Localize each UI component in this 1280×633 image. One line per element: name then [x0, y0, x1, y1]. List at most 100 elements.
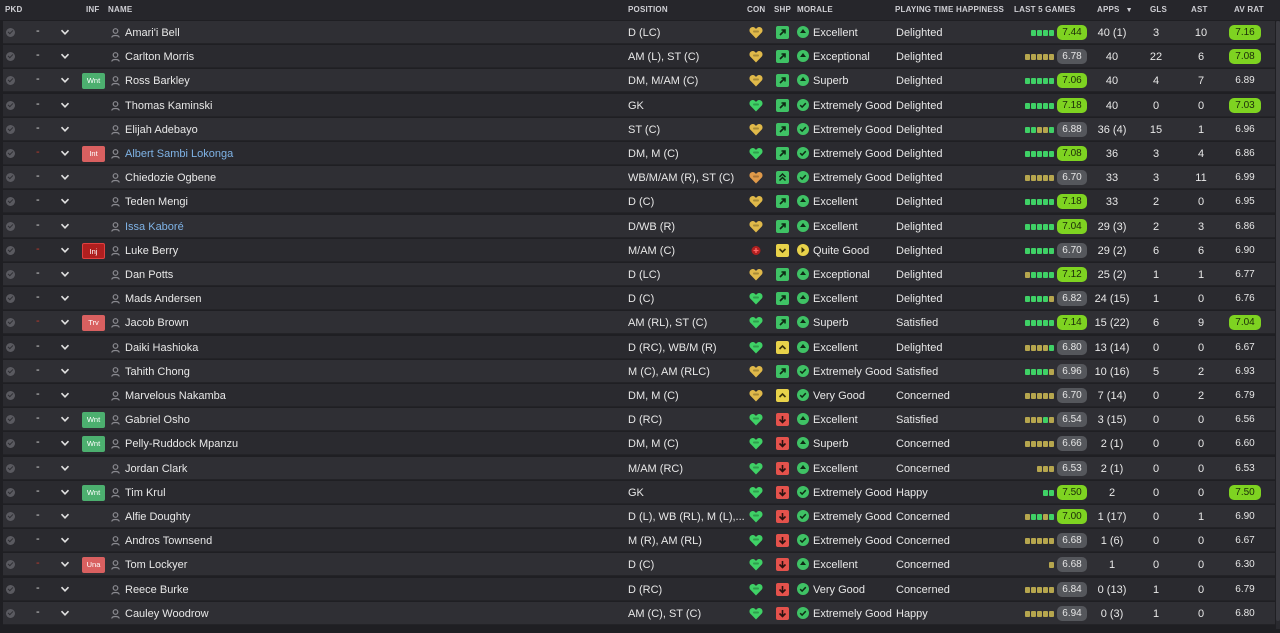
heart-icon[interactable]: [749, 341, 763, 354]
sharpness-icon[interactable]: [776, 26, 789, 39]
sharpness-icon[interactable]: [776, 268, 789, 281]
table-row[interactable]: - Teden Mengi D (C) Excellent Delighted 7.18 3…: [3, 190, 1275, 214]
player-name[interactable]: Tim Krul: [125, 487, 166, 499]
table-row[interactable]: - Andros Townsend M (R), AM (RL) Extremely …: [3, 529, 1275, 553]
heart-icon[interactable]: [749, 147, 763, 160]
morale-icon[interactable]: [797, 534, 809, 547]
heart-icon[interactable]: [749, 268, 763, 281]
morale-icon[interactable]: [797, 195, 809, 208]
chevron-down-icon[interactable]: [60, 293, 70, 303]
table-row[interactable]: - Inj Luke Berry M/AM (C) Quite Good Delighte…: [3, 238, 1275, 262]
heart-icon[interactable]: [749, 558, 763, 571]
selection-status[interactable]: -: [36, 485, 40, 497]
selection-status[interactable]: -: [36, 461, 40, 473]
picked-check-icon[interactable]: [6, 536, 15, 546]
morale-icon[interactable]: [797, 26, 809, 38]
chevron-down-icon[interactable]: [60, 269, 70, 279]
col-name[interactable]: NAME: [108, 5, 132, 14]
heart-icon[interactable]: [749, 389, 763, 402]
player-name[interactable]: Issa Kaboré: [125, 221, 184, 233]
chevron-down-icon[interactable]: [60, 342, 70, 352]
table-row[interactable]: - Chiedozie Ogbene WB/M/AM (R), ST (C) Extr…: [3, 166, 1275, 190]
picked-check-icon[interactable]: [6, 270, 15, 279]
table-row[interactable]: - Trv Jacob Brown AM (RL), ST (C) Superb Sati…: [3, 311, 1275, 335]
table-row[interactable]: - Carlton Morris AM (L), ST (C) Exceptional…: [3, 45, 1275, 69]
heart-icon[interactable]: [749, 462, 763, 475]
chevron-down-icon[interactable]: [60, 100, 70, 110]
col-shp[interactable]: SHP: [774, 5, 791, 14]
table-row[interactable]: - Jordan Clark M/AM (RC) Excellent Concerned…: [3, 456, 1275, 480]
col-pkd[interactable]: PKD: [5, 5, 23, 14]
morale-icon[interactable]: [797, 219, 809, 232]
heart-icon[interactable]: [749, 26, 763, 39]
picked-check-icon[interactable]: [6, 52, 15, 62]
status-badge[interactable]: Trv: [82, 315, 105, 332]
status-badge[interactable]: Inj: [82, 242, 105, 259]
chevron-down-icon[interactable]: [60, 221, 70, 231]
chevron-down-icon[interactable]: [60, 172, 70, 182]
heart-icon[interactable]: [749, 50, 763, 63]
heart-icon[interactable]: [749, 534, 763, 547]
sharpness-icon[interactable]: [776, 364, 789, 378]
morale-icon[interactable]: [797, 292, 809, 305]
picked-check-icon[interactable]: [6, 608, 15, 618]
picked-check-icon[interactable]: [6, 366, 15, 376]
chevron-down-icon[interactable]: [60, 487, 70, 497]
morale-icon[interactable]: [797, 558, 809, 571]
picked-check-icon[interactable]: [6, 124, 15, 134]
player-name[interactable]: Gabriel Osho: [125, 414, 190, 426]
picked-check-icon[interactable]: [6, 318, 15, 328]
heart-icon[interactable]: [749, 413, 763, 426]
selection-status[interactable]: -: [36, 436, 40, 448]
table-row[interactable]: - Daiki Hashioka D (RC), WB/M (R) Excellent…: [3, 335, 1275, 359]
player-name[interactable]: Jordan Clark: [125, 463, 187, 475]
selection-status[interactable]: -: [36, 412, 40, 424]
col-last5[interactable]: LAST 5 GAMES: [1014, 5, 1076, 14]
chevron-down-icon[interactable]: [60, 27, 70, 37]
picked-check-icon[interactable]: [6, 560, 15, 570]
chevron-down-icon[interactable]: [60, 51, 70, 61]
picked-check-icon[interactable]: [6, 463, 15, 473]
player-name[interactable]: Luke Berry: [125, 245, 178, 257]
sharpness-icon[interactable]: [776, 534, 789, 548]
selection-status[interactable]: -: [36, 340, 40, 352]
chevron-down-icon[interactable]: [60, 535, 70, 545]
heart-icon[interactable]: [749, 171, 763, 184]
chevron-down-icon[interactable]: [60, 584, 70, 594]
player-name[interactable]: Cauley Woodrow: [125, 608, 209, 620]
heart-icon[interactable]: [749, 365, 763, 378]
selection-status[interactable]: -: [36, 509, 40, 521]
col-apps[interactable]: APPS ▼: [1097, 5, 1133, 14]
picked-check-icon[interactable]: [6, 221, 15, 231]
heart-icon[interactable]: [749, 316, 763, 329]
table-row[interactable]: - Wnt Tim Krul GK Extremely Good Happy 7.50 2 0 0…: [3, 480, 1275, 504]
col-morale[interactable]: MORALE: [797, 5, 833, 14]
selection-status[interactable]: -: [36, 606, 40, 618]
table-row[interactable]: - Reece Burke D (RC) Very Good Concerned 6.84…: [3, 577, 1275, 601]
morale-icon[interactable]: [797, 510, 809, 522]
morale-icon[interactable]: [797, 98, 809, 111]
sharpness-icon[interactable]: [776, 219, 789, 233]
table-row[interactable]: - Wnt Pelly-Ruddock Mpanzu DM, M (C) Superb C…: [3, 432, 1275, 456]
heart-icon[interactable]: [749, 99, 763, 112]
selection-status[interactable]: -: [36, 557, 40, 569]
picked-check-icon[interactable]: [6, 391, 15, 400]
injury-icon[interactable]: [749, 244, 763, 257]
picked-check-icon[interactable]: [6, 149, 15, 158]
morale-icon[interactable]: [797, 50, 809, 63]
picked-check-icon[interactable]: [6, 100, 15, 110]
selection-status[interactable]: -: [36, 122, 40, 134]
selection-status[interactable]: -: [36, 146, 40, 158]
heart-icon[interactable]: [749, 123, 763, 136]
table-row[interactable]: - Issa Kaboré D/WB (R) Excellent Delighted 7.…: [3, 214, 1275, 238]
morale-icon[interactable]: [797, 74, 809, 87]
chevron-down-icon[interactable]: [60, 438, 70, 448]
player-name[interactable]: Tahith Chong: [125, 366, 190, 378]
morale-icon[interactable]: [797, 122, 809, 135]
player-name[interactable]: Tom Lockyer: [125, 559, 187, 571]
picked-check-icon[interactable]: [6, 294, 15, 304]
sharpness-icon[interactable]: [776, 171, 789, 185]
sharpness-icon[interactable]: [776, 582, 789, 596]
sharpness-icon[interactable]: [776, 50, 789, 64]
player-name[interactable]: Elijah Adebayo: [125, 124, 198, 136]
